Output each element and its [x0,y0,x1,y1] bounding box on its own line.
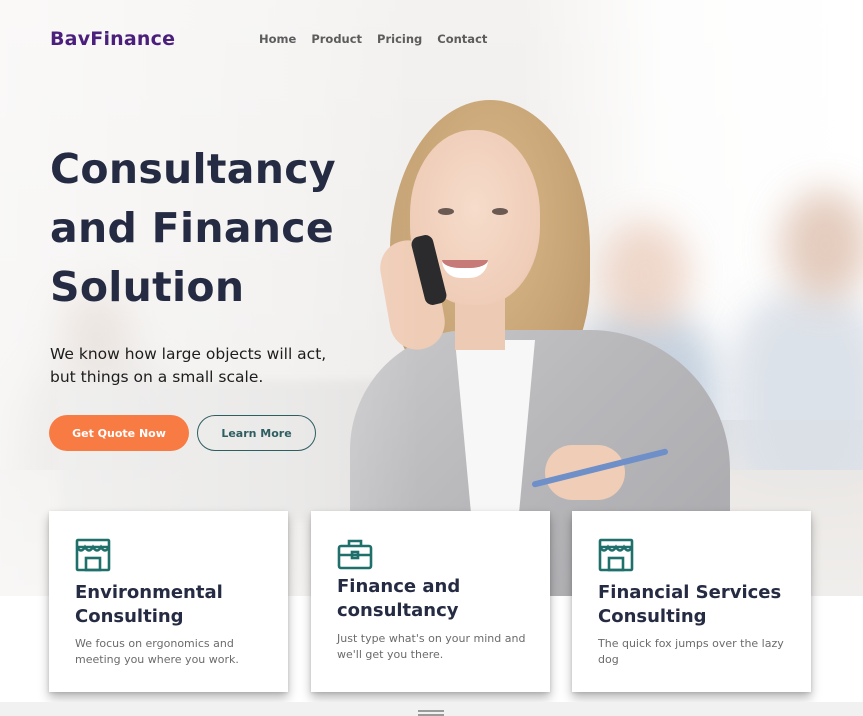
drag-handle-icon[interactable] [418,710,444,716]
background-person-right-head [780,190,863,300]
main-nav: Home Product Pricing Contact [259,32,487,46]
hero-title: Consultancy and Finance Solution [50,145,336,311]
get-quote-button[interactable]: Get Quote Now [49,415,189,451]
nav-link-pricing[interactable]: Pricing [377,32,422,46]
card-text: We focus on ergonomics and meeting you w… [75,637,239,666]
service-card-environmental[interactable]: Environmental Consulting We focus on erg… [49,511,288,692]
service-card-financial-services[interactable]: Financial Services Consulting The quick … [572,511,811,692]
nav-link-product[interactable]: Product [311,32,362,46]
woman-eye-right [492,208,508,215]
storefront-icon [598,537,634,573]
nav-link-home[interactable]: Home [259,32,296,46]
card-title: Environmental Consulting [75,582,223,627]
nav-link-contact[interactable]: Contact [437,32,487,46]
storefront-icon [75,537,111,573]
card-title: Financial Services Consulting [598,582,782,627]
card-text: Just type what's on your mind and we'll … [337,632,526,661]
card-title: Finance and consultancy [337,576,461,621]
briefcase-icon [337,537,373,573]
hero-subtitle: We know how large objects will act, but … [50,345,327,386]
service-card-finance[interactable]: Finance and consultancy Just type what's… [311,511,550,692]
brand-logo[interactable]: BavFinance [50,28,175,50]
card-text: The quick fox jumps over the lazy dog [598,637,784,666]
learn-more-button[interactable]: Learn More [197,415,316,451]
woman-eye-left [438,208,454,215]
